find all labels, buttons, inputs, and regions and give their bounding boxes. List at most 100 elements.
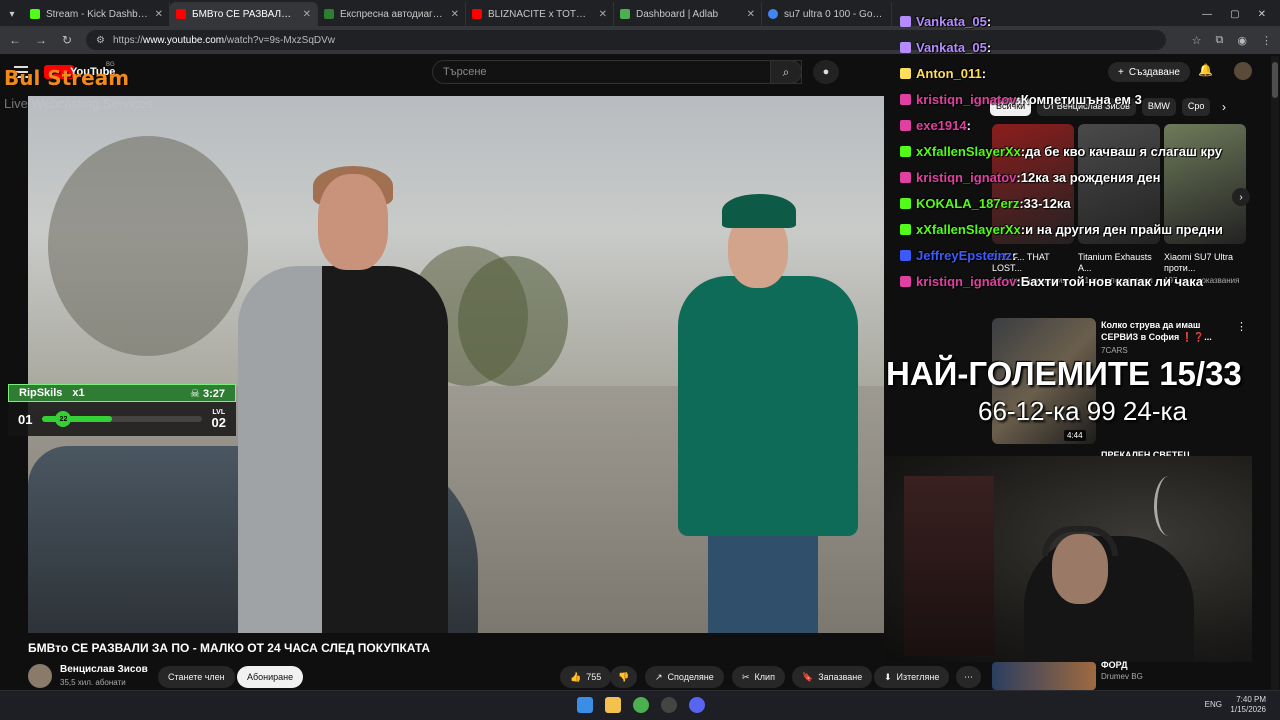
video-title: БМВто СЕ РАЗВАЛИ ЗА ПО - МАЛКО ОТ 24 ЧАС… [28, 641, 431, 655]
chat-text: 33-12ка [1023, 195, 1071, 211]
chat-message: Vankata_05 : [900, 34, 1280, 60]
chat-badge-icon [900, 223, 911, 235]
channel-avatar[interactable] [28, 664, 52, 688]
ring-light [1154, 476, 1184, 536]
search-button[interactable]: ⌕ [770, 60, 802, 84]
page-scrollbar[interactable] [1271, 56, 1279, 690]
tab-autodiagnostics[interactable]: Експресна автодиагностика - ... ✕ [318, 2, 466, 26]
mic-icon: ● [822, 66, 830, 78]
chat-badge-icon [900, 275, 911, 287]
obs-icon[interactable] [661, 697, 677, 713]
close-tab-icon[interactable]: ✕ [303, 9, 311, 20]
google-favicon-icon [768, 9, 778, 19]
tab-youtube-video[interactable]: БМВто СЕ РАЗВАЛИ ЗА ПО - МАЛКО ОТ 24 ЧАС… [170, 2, 318, 26]
chat-message: kristiqn_ignatov : Бахти той нов капак л… [900, 268, 1280, 294]
bottom-rec-title[interactable]: ФОРД [1101, 660, 1128, 670]
close-tab-icon[interactable]: ✕ [599, 9, 607, 20]
video-player[interactable] [28, 96, 884, 633]
download-button[interactable]: ⬇ Изтегляне [874, 666, 950, 688]
clip-button[interactable]: ✂ Клип [732, 666, 785, 688]
chat-badge-icon [900, 15, 911, 27]
download-icon: ⬇ [884, 671, 892, 682]
chat-overlay: Vankata_05 : Vankata_05 : Anton_011 : kr… [900, 8, 1280, 294]
hud-header: RipSkils x1 ☠ 3:27 [8, 384, 236, 402]
chat-text: и на другия ден прайш предни [1025, 221, 1223, 237]
tab-title: Stream - Kick Dashboard [46, 8, 149, 20]
start-icon[interactable] [577, 697, 593, 713]
reload-icon[interactable]: ↻ [60, 33, 74, 47]
hud-progress-fill [42, 416, 113, 422]
hud-progress-knob: 22 [55, 411, 72, 427]
language-indicator[interactable]: ENG [1205, 700, 1222, 709]
tab-kick-dashboard[interactable]: Stream - Kick Dashboard ✕ [24, 2, 170, 26]
tab-title: БМВто СЕ РАЗВАЛИ ЗА ПО - МАЛКО ОТ 24 ЧАС… [192, 8, 297, 20]
clock-time: 7:40 PM [1236, 695, 1266, 704]
chat-username: xXfallenSlayerXx [916, 221, 1021, 237]
chat-message: kristiqn_ignatov : 12ка за рождения ден [900, 164, 1280, 190]
hud-progress-bar: 22 [42, 411, 202, 427]
chat-text: Компетишъна ем 3 [1020, 91, 1142, 107]
tab-adlab[interactable]: Dashboard | Adlab ✕ [614, 2, 762, 26]
hud-progress-value: 22 [59, 415, 68, 423]
chat-separator: : [966, 117, 971, 133]
rec-title: Колко струва да имаш СЕРВИЗ в София ❗❓..… [1101, 320, 1212, 342]
chat-message: xXfallenSlayerXx : да бе кво качваш я сл… [900, 138, 1280, 164]
scrollbar-thumb[interactable] [1272, 62, 1278, 98]
tab-title: Dashboard | Adlab [636, 8, 719, 20]
chat-separator: : [1012, 247, 1017, 263]
youtube-favicon-icon [472, 9, 482, 19]
search-placeholder: Търсене [443, 66, 487, 78]
cam-shelf [904, 476, 994, 656]
file-explorer-icon[interactable] [605, 697, 621, 713]
adlab-favicon-icon [620, 9, 630, 19]
dislike-button[interactable]: 👎 [610, 666, 638, 688]
tab-title: BLIZNACITE x TOTEV x VLAEV - [488, 8, 593, 20]
more-actions-button[interactable]: ⋯ [956, 666, 981, 688]
skull-icon: ☠ [190, 387, 200, 400]
join-button[interactable]: Станете член [158, 666, 235, 688]
forward-icon[interactable]: → [34, 33, 48, 47]
tab-bliznacite[interactable]: BLIZNACITE x TOTEV x VLAEV - ✕ [466, 2, 614, 26]
chat-username: Anton_011 [916, 65, 982, 81]
chat-separator: : [986, 13, 992, 29]
subscribe-button[interactable]: Абониране [237, 666, 304, 688]
chat-badge-icon [900, 171, 911, 183]
search-icon: ⌕ [782, 64, 790, 79]
chat-message: KOKALA_187erz : 33-12ка [900, 190, 1280, 216]
like-button[interactable]: 👍 755 [560, 666, 612, 688]
chat-username: Vankata_05 [916, 39, 987, 55]
close-tab-icon[interactable]: ✕ [451, 9, 459, 20]
more-horiz-icon: ⋯ [964, 671, 973, 682]
share-button[interactable]: ↗ Споделяне [645, 666, 724, 688]
voice-search-button[interactable]: ● [813, 60, 839, 84]
chat-text: Бахти той нов капак ли чака [1020, 273, 1203, 289]
save-label: Запазване [818, 672, 863, 682]
search-input[interactable]: Търсене [432, 60, 802, 84]
close-tab-icon[interactable]: ✕ [155, 9, 163, 20]
chat-text: да бе кво качваш я слагаш кру [1025, 143, 1222, 159]
tab-search-icon[interactable]: ▾ [0, 2, 24, 26]
youtube-favicon-icon [176, 9, 186, 19]
discord-icon[interactable] [689, 697, 705, 713]
chat-message: Vankata_05 : [900, 8, 1280, 34]
chat-username: JeffreyEpsteinz [916, 247, 1013, 263]
bottom-rec-thumbnail[interactable] [992, 662, 1096, 690]
tab-google-search[interactable]: su7 ultra 0 100 - Google Търсене [762, 2, 892, 26]
system-clock[interactable]: 7:40 PM 1/15/2026 [1230, 695, 1266, 716]
close-tab-icon[interactable]: ✕ [747, 9, 755, 20]
url-scheme: https:// [112, 34, 143, 46]
chat-username: kristiqn_ignatov [916, 169, 1017, 185]
more-vert-icon[interactable]: ⋮ [1236, 320, 1247, 333]
chat-text: 12ка за рождения ден [1020, 169, 1161, 185]
chat-username: KOKALA_187erz [916, 195, 1020, 211]
chrome-icon[interactable] [633, 697, 649, 713]
chat-badge-icon [900, 41, 911, 53]
back-icon[interactable]: ← [8, 33, 22, 47]
url-domain: www.youtube.com [142, 34, 225, 46]
site-info-icon[interactable]: ⚙ [96, 35, 105, 46]
stream-counter-subtext: 66-12-ка 99 24-ка [978, 396, 1187, 426]
channel-name[interactable]: Венцислав Зисов [60, 664, 148, 675]
save-button[interactable]: 🔖 Запазване [792, 666, 873, 688]
hud-timer: ☠ 3:27 [190, 387, 225, 400]
background-tree [458, 256, 568, 386]
